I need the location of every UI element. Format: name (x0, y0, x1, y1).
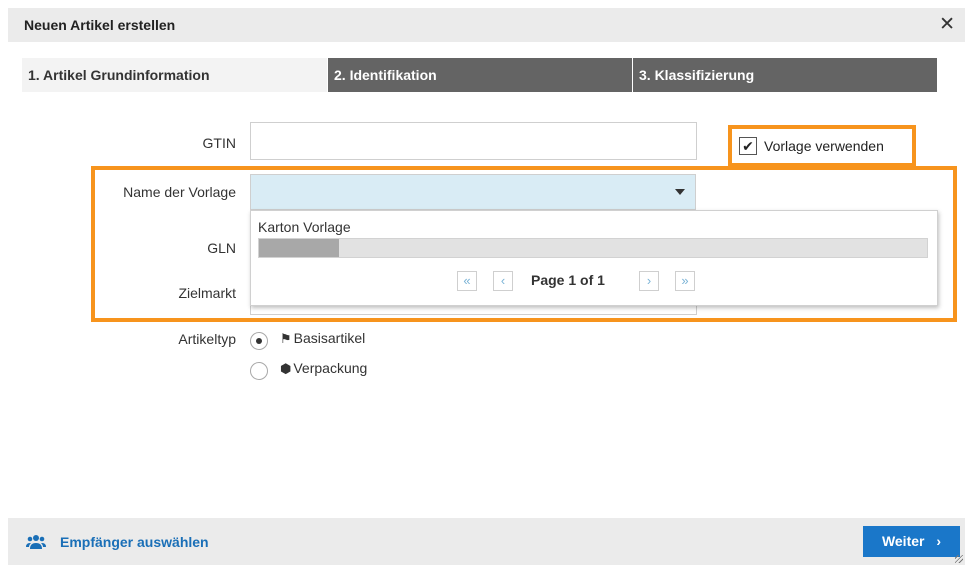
use-template-checkbox[interactable]: ✔ (739, 137, 757, 155)
template-name-select[interactable] (250, 174, 696, 210)
cube-icon: ⬢ (280, 361, 292, 376)
dialog-header: Neuen Artikel erstellen ✕ (8, 8, 965, 42)
flag-icon: ⚑ (280, 331, 292, 346)
next-button-label: Weiter (881, 533, 925, 549)
wizard-steps: 1. Artikel Grundinformation 2. Identifik… (22, 58, 942, 92)
article-type-label: Artikeltyp (178, 331, 236, 347)
radio-verpackung[interactable] (250, 362, 268, 380)
basisartikel-option[interactable]: ⚑ Basisartikel (280, 330, 365, 347)
template-dropdown: Karton Vorlage « ‹ Page 1 of 1 › » (250, 210, 938, 306)
step-basic-info[interactable]: 1. Artikel Grundinformation (22, 58, 327, 92)
next-button[interactable]: Weiter › (863, 526, 960, 557)
use-template-highlight: ✔ Vorlage verwenden (728, 125, 916, 167)
resize-handle-icon[interactable] (955, 555, 963, 563)
step-identification[interactable]: 2. Identifikation (328, 58, 632, 92)
dropdown-scrollbar[interactable] (258, 238, 928, 258)
verpackung-label: Verpackung (293, 360, 368, 376)
target-market-label: Zielmarkt (178, 285, 236, 301)
dropdown-item-karton-vorlage[interactable]: Karton Vorlage (258, 219, 351, 235)
next-page-icon[interactable]: › (639, 271, 659, 291)
pager-text: Page 1 of 1 (531, 272, 605, 288)
last-page-icon[interactable]: » (675, 271, 695, 291)
create-article-dialog: Neuen Artikel erstellen ✕ 1. Artikel Gru… (8, 8, 965, 565)
first-page-icon[interactable]: « (457, 271, 477, 291)
radio-basisartikel[interactable] (250, 332, 268, 350)
verpackung-option[interactable]: ⬢ Verpackung (280, 360, 367, 377)
dropdown-scrollbar-thumb[interactable] (259, 239, 340, 257)
chevron-right-icon: › (936, 533, 942, 549)
dialog-footer: Empfänger auswählen Weiter › (8, 518, 965, 565)
prev-page-icon[interactable]: ‹ (493, 271, 513, 291)
close-icon[interactable]: ✕ (939, 14, 955, 36)
gtin-label: GTIN (202, 135, 236, 151)
users-icon (26, 535, 46, 549)
radio-selected-dot (256, 338, 262, 344)
template-name-label: Name der Vorlage (123, 184, 236, 200)
caret-down-icon[interactable] (675, 189, 685, 195)
gln-label: GLN (207, 240, 236, 256)
dialog-title: Neuen Artikel erstellen (24, 17, 176, 33)
gtin-input[interactable] (250, 122, 697, 160)
select-recipients-link[interactable]: Empfänger auswählen (60, 534, 209, 550)
basisartikel-label: Basisartikel (293, 330, 366, 346)
use-template-label: Vorlage verwenden (764, 138, 884, 154)
step-classification[interactable]: 3. Klassifizierung (633, 58, 937, 92)
